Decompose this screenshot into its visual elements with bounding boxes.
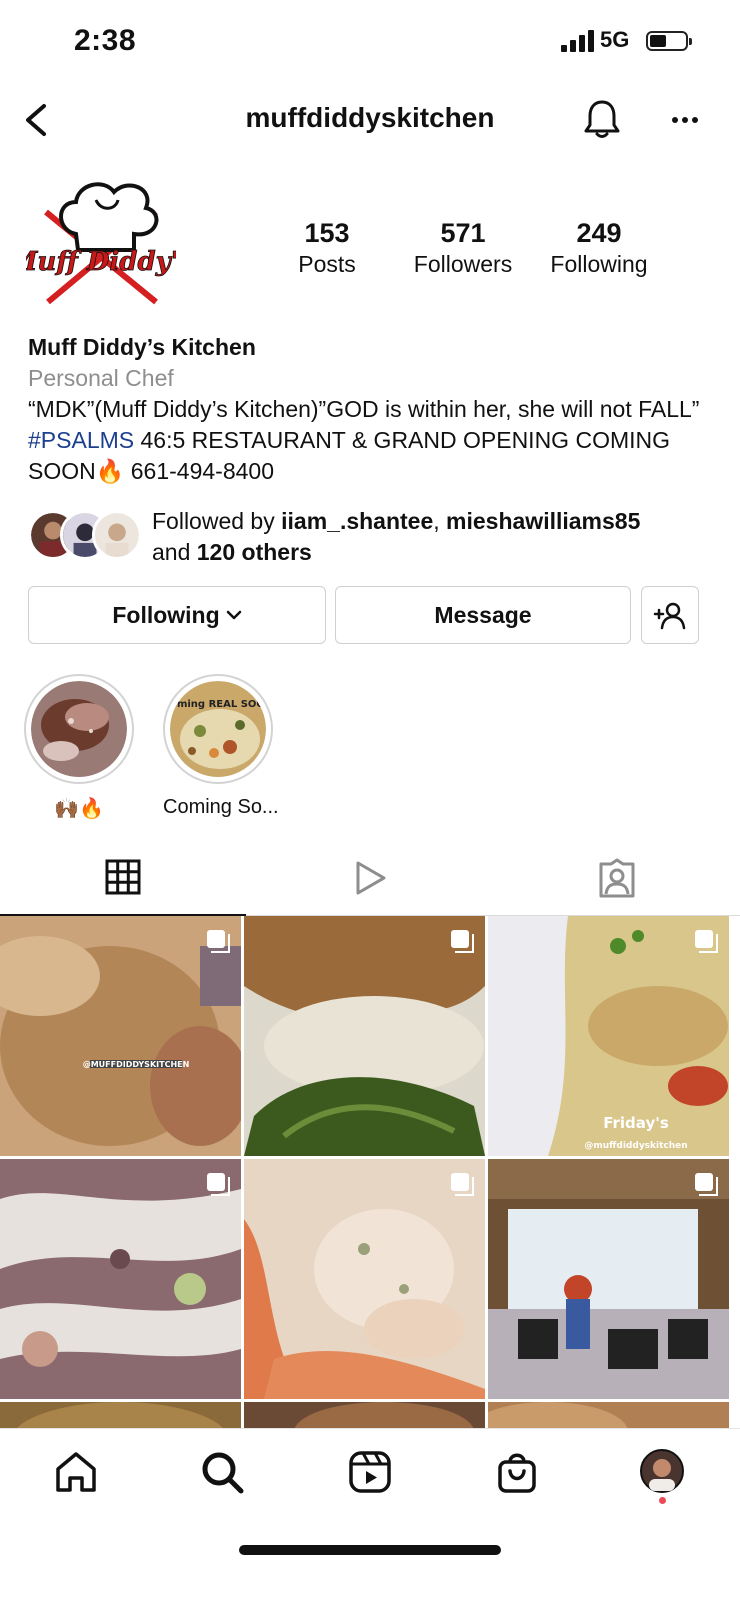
home-indicator[interactable] (239, 1545, 501, 1555)
following-button-label: Following (112, 601, 220, 628)
bottom-navigation (0, 1428, 740, 1600)
posts-grid: @MUFFDIDDYSKITCHEN Friday's @muffdiddysk… (0, 916, 740, 1428)
cellular-signal-icon (561, 30, 594, 52)
add-person-icon (653, 602, 686, 630)
bio-hashtag-link[interactable]: #PSALMS (28, 427, 134, 453)
tagged-person-icon (599, 858, 635, 898)
profile-bio: Muff Diddy’s Kitchen Personal Chef “MDK”… (28, 332, 718, 487)
message-button[interactable]: Message (335, 586, 631, 644)
followers-value: 571 (440, 218, 486, 248)
post-image (0, 1402, 241, 1428)
carousel-icon (451, 1173, 474, 1196)
suggested-users-button[interactable] (641, 586, 699, 644)
more-options-icon[interactable] (668, 106, 702, 134)
story-highlight[interactable]: 🙌🏾🔥 (24, 674, 134, 821)
display-name: Muff Diddy’s Kitchen (28, 334, 256, 360)
profile-avatar-icon[interactable] (640, 1449, 684, 1493)
profile-header: muffdiddyskitchen (0, 84, 740, 154)
highlight-ring: Coming REAL SOON (163, 674, 273, 784)
chevron-down-icon (226, 610, 241, 620)
bio-text: “MDK”(Muff Diddy’s Kitchen)”GOD is withi… (28, 394, 718, 487)
status-time: 2:38 (74, 24, 137, 57)
follower-username-2[interactable]: mieshawilliams85 (446, 508, 640, 534)
posts-label: Posts (298, 251, 356, 277)
post-thumbnail[interactable] (0, 1159, 241, 1399)
carousel-icon (695, 930, 718, 953)
network-type: 5G (600, 27, 630, 52)
carousel-icon (207, 1173, 230, 1196)
followed-by[interactable]: Followed by iiam_.shantee, mieshawilliam… (28, 506, 728, 566)
following-value: 249 (576, 218, 622, 248)
following-label: Following (550, 251, 648, 277)
post-thumbnail[interactable] (244, 1402, 485, 1428)
followers-label: Followers (413, 251, 513, 277)
posts-count[interactable]: 153 Posts (257, 218, 397, 278)
play-icon (356, 861, 386, 895)
message-button-label: Message (434, 601, 532, 628)
reels-icon[interactable] (347, 1449, 393, 1495)
battery-icon (646, 31, 692, 51)
follower-username-1[interactable]: iiam_.shantee (281, 508, 433, 534)
followed-by-separator: , (433, 508, 447, 534)
follower-avatar (92, 510, 142, 560)
post-thumbnail[interactable]: Friday's @muffdiddyskitchen (488, 916, 729, 1156)
carousel-icon (451, 930, 474, 953)
avatar-logo-text: Muff Diddy's (26, 247, 176, 277)
highlight-label: 🙌🏾🔥 (54, 798, 104, 820)
highlight-cover (31, 681, 127, 777)
post-caption-title: Friday's (603, 1114, 669, 1132)
story-highlight[interactable]: Coming REAL SOON Coming So... (163, 674, 279, 819)
tab-posts-grid[interactable] (0, 840, 246, 916)
carousel-icon (207, 930, 230, 953)
notification-dot-icon (659, 1497, 666, 1504)
highlight-label: Coming So... (163, 796, 279, 818)
post-thumbnail[interactable] (0, 1402, 241, 1428)
tab-tagged[interactable] (494, 840, 740, 916)
post-thumbnail[interactable] (488, 1402, 729, 1428)
post-image (244, 1402, 485, 1428)
profile-avatar[interactable]: Muff Diddy's (26, 172, 176, 322)
carousel-icon (695, 1173, 718, 1196)
search-icon[interactable] (199, 1449, 245, 1495)
bio-text-part1: “MDK”(Muff Diddy’s Kitchen)”GOD is withi… (28, 396, 700, 422)
post-watermark: @MUFFDIDDYSKITCHEN (83, 1060, 190, 1069)
shop-bag-icon[interactable] (494, 1449, 540, 1495)
notification-bell-icon[interactable] (582, 98, 622, 140)
profile-category: Personal Chef (28, 365, 174, 391)
highlight-cover-text: Coming REAL SOON (170, 699, 266, 710)
followed-by-and: and (152, 539, 197, 565)
profile-tabs (0, 840, 740, 916)
followed-by-others[interactable]: 120 others (197, 539, 312, 565)
tab-reels[interactable] (247, 840, 493, 916)
posts-value: 153 (304, 218, 350, 248)
followed-by-prefix: Followed by (152, 508, 282, 534)
post-thumbnail[interactable]: @MUFFDIDDYSKITCHEN (0, 916, 241, 1156)
highlight-cover: Coming REAL SOON (163, 681, 273, 777)
highlight-ring (24, 674, 134, 784)
post-caption-handle: @muffdiddyskitchen (584, 1141, 687, 1151)
post-thumbnail[interactable] (244, 1159, 485, 1399)
post-image (488, 1402, 729, 1428)
followed-by-text: Followed by iiam_.shantee, mieshawilliam… (152, 506, 640, 568)
grid-icon (105, 859, 141, 895)
status-bar: 2:38 5G (0, 0, 740, 84)
following-button[interactable]: Following (28, 586, 326, 644)
home-icon[interactable] (53, 1449, 99, 1495)
followers-count[interactable]: 571 Followers (393, 218, 533, 278)
post-thumbnail[interactable] (244, 916, 485, 1156)
profile-handle: muffdiddyskitchen (245, 102, 495, 133)
post-thumbnail[interactable] (488, 1159, 729, 1399)
following-count[interactable]: 249 Following (529, 218, 669, 278)
